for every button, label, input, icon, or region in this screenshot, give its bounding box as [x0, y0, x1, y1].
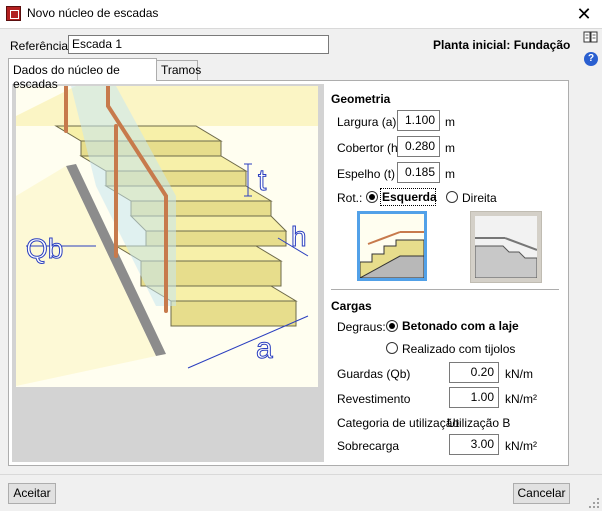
label-h: h — [291, 221, 307, 252]
accept-button[interactable]: Aceitar — [8, 483, 56, 504]
book-icon[interactable] — [583, 31, 598, 44]
revestimento-input[interactable]: 1.00 — [449, 387, 499, 408]
revestimento-unit: kN/m² — [505, 392, 537, 406]
stair-left-thumbnail[interactable] — [357, 211, 427, 281]
stair-right-thumbnail[interactable] — [470, 211, 542, 283]
espelho-label: Espelho (t) — [337, 167, 396, 181]
stair-left-icon — [359, 214, 425, 279]
footer-divider — [0, 474, 602, 475]
rot-label: Rot.: — [337, 191, 363, 205]
tab-dados-nucleo[interactable]: Dados do núcleo de escadas — [8, 58, 157, 91]
categoria-label: Categoria de utilização — [337, 416, 460, 430]
geometria-header: Geometria — [331, 92, 391, 106]
rot-esquerda-label[interactable]: Esquerda — [382, 190, 437, 204]
cobertor-input[interactable]: 0.280 — [397, 136, 440, 157]
guardas-label: Guardas (Qb) — [337, 367, 411, 381]
section-divider — [331, 289, 559, 290]
stair-right-icon — [474, 216, 538, 279]
label-a: a — [256, 332, 273, 365]
cargas-header: Cargas — [331, 299, 372, 313]
guardas-unit: kN/m — [505, 367, 533, 381]
help-icon[interactable]: ? — [584, 52, 598, 66]
largura-label: Largura (a) — [337, 115, 397, 129]
rot-esquerda-radio[interactable] — [366, 191, 378, 203]
largura-unit: m — [445, 115, 455, 129]
guardas-input[interactable]: 0.20 — [449, 362, 499, 383]
planta-inicial-label: Planta inicial: Fundação — [433, 38, 571, 52]
reference-input[interactable]: Escada 1 — [68, 35, 329, 54]
degraus-betonado-label[interactable]: Betonado com a laje — [402, 319, 519, 333]
resize-grip-icon[interactable] — [588, 497, 600, 509]
largura-input[interactable]: 1.100 — [397, 110, 440, 131]
reference-label: Referência — [10, 39, 69, 53]
espelho-input[interactable]: 0.185 — [397, 162, 440, 183]
app-icon — [6, 6, 21, 21]
window-title: Novo núcleo de escadas — [27, 6, 159, 20]
sobrecarga-label: Sobrecarga — [337, 439, 400, 453]
cobertor-unit: m — [445, 141, 455, 155]
label-qb: Qb — [26, 233, 63, 264]
cancel-button[interactable]: Cancelar — [513, 483, 570, 504]
sobrecarga-unit: kN/m² — [505, 439, 537, 453]
tab-tramos[interactable]: Tramos — [156, 60, 201, 80]
espelho-unit: m — [445, 167, 455, 181]
cobertor-label: Cobertor (h) — [337, 141, 402, 155]
rot-direita-label[interactable]: Direita — [462, 191, 497, 205]
sobrecarga-input[interactable]: 3.00 — [449, 434, 499, 455]
title-divider — [0, 28, 602, 29]
rot-direita-radio[interactable] — [446, 191, 458, 203]
stair-illustration: t h Qb a — [16, 86, 318, 387]
categoria-value: Utilização B — [447, 416, 511, 430]
degraus-tijolos-label[interactable]: Realizado com tijolos — [402, 342, 515, 356]
label-t: t — [258, 164, 267, 197]
close-icon[interactable]: ✕ — [574, 4, 594, 24]
degraus-tijolos-radio[interactable] — [386, 342, 398, 354]
revestimento-label: Revestimento — [337, 392, 411, 406]
degraus-label: Degraus: — [337, 320, 386, 334]
degraus-betonado-radio[interactable] — [386, 320, 398, 332]
